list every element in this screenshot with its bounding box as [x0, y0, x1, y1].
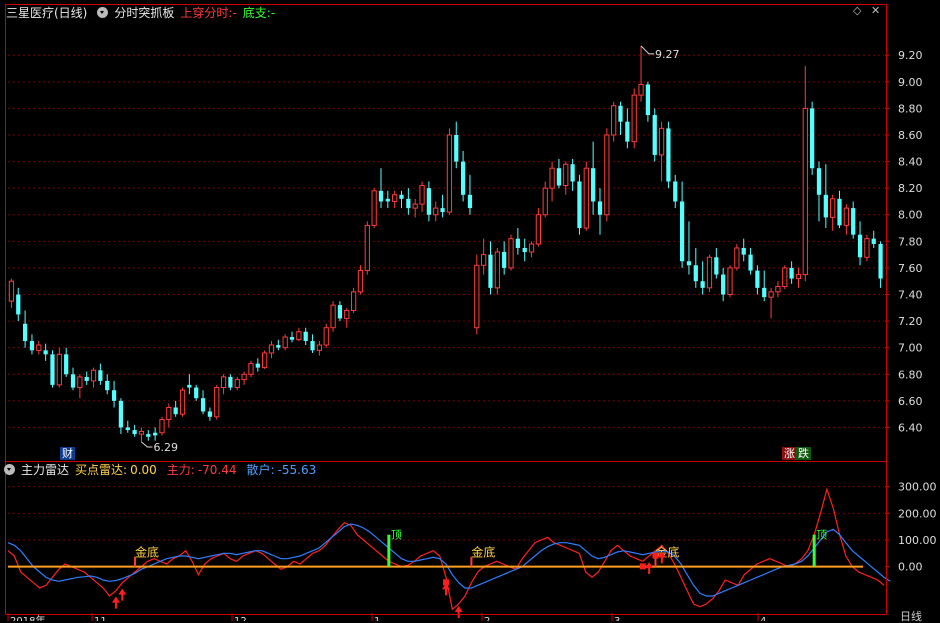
buy-radar: 买点雷达: 0.00: [75, 463, 157, 477]
main-label: 主力:: [166, 463, 195, 477]
retail-value: -55.63: [277, 463, 317, 477]
price-tick-label: 8.20: [898, 182, 923, 195]
buy-value: 0.00: [130, 463, 157, 477]
buy-label: 买点雷达:: [75, 463, 128, 477]
x-axis-label: 11: [94, 616, 107, 621]
price-tick-label: 7.60: [898, 262, 923, 275]
diamond-icon[interactable]: ◇: [853, 4, 861, 17]
cross-label: 上穿分时:-: [180, 6, 236, 20]
price-tick-label: 8.60: [898, 129, 923, 142]
price-tick-label: 8.80: [898, 102, 923, 115]
settings-gear-icon[interactable]: [97, 7, 109, 18]
price-tick-label: 7.40: [898, 289, 923, 302]
indicator-header: 主力雷达 买点雷达: 0.00 主力: -70.44 散户: -55.63: [0, 460, 322, 480]
retail-label: 散户:: [246, 463, 275, 477]
x-axis-label: 2018年: [10, 614, 45, 621]
limit-down-tag[interactable]: 跌: [796, 447, 811, 460]
support-value: -: [270, 6, 276, 20]
cross-label-text: 上穿分时:: [180, 6, 233, 20]
x-axis-label: 4: [760, 616, 766, 621]
price-tick-label: 6.40: [898, 421, 923, 434]
main-value: -70.44: [197, 463, 237, 477]
radar-name[interactable]: 主力雷达: [21, 463, 69, 477]
x-axis-label: 12: [234, 616, 247, 621]
period-label[interactable]: 日线: [898, 610, 924, 623]
support-label-text: 底支:: [242, 6, 271, 20]
indicator-tick-label: 100.00: [898, 534, 937, 547]
retail-force: 散户: -55.63: [247, 463, 317, 477]
price-tick-label: 7.00: [898, 342, 923, 355]
indicator-tick-label: 200.00: [898, 507, 937, 520]
finance-tag[interactable]: 财: [60, 447, 75, 460]
price-tick-label: 8.40: [898, 156, 923, 169]
close-icon[interactable]: ✕: [871, 4, 880, 17]
x-axis-label: 1: [374, 616, 380, 621]
price-tick-label: 8.00: [898, 209, 923, 222]
price-tick-label: 7.80: [898, 235, 923, 248]
indicator-tick-label: 300.00: [898, 481, 937, 494]
main-force: 主力: -70.44: [167, 463, 237, 477]
limit-up-tag[interactable]: 涨: [782, 447, 797, 460]
price-tick-label: 9.00: [898, 76, 923, 89]
indicator-frame: [5, 461, 887, 615]
cross-value: -: [232, 6, 237, 20]
x-axis-label: 2: [484, 616, 490, 621]
x-axis-label: 3: [614, 616, 620, 621]
indicator-gear-icon[interactable]: [4, 464, 15, 475]
indicator-tick-label: 0.00: [898, 561, 923, 574]
main-header: 三星医疗(日线) 分时突抓板 上穿分时:- 底支:-: [0, 3, 281, 23]
support-label: 底支:-: [243, 6, 275, 20]
price-tick-label: 7.20: [898, 315, 923, 328]
price-tick-label: 6.80: [898, 368, 923, 381]
stock-title[interactable]: 三星医疗(日线): [6, 6, 87, 20]
price-tick-label: 6.60: [898, 395, 923, 408]
price-tick-label: 9.20: [898, 49, 923, 62]
indicator-name[interactable]: 分时突抓板: [114, 6, 174, 20]
main-chart-frame: [5, 4, 887, 462]
